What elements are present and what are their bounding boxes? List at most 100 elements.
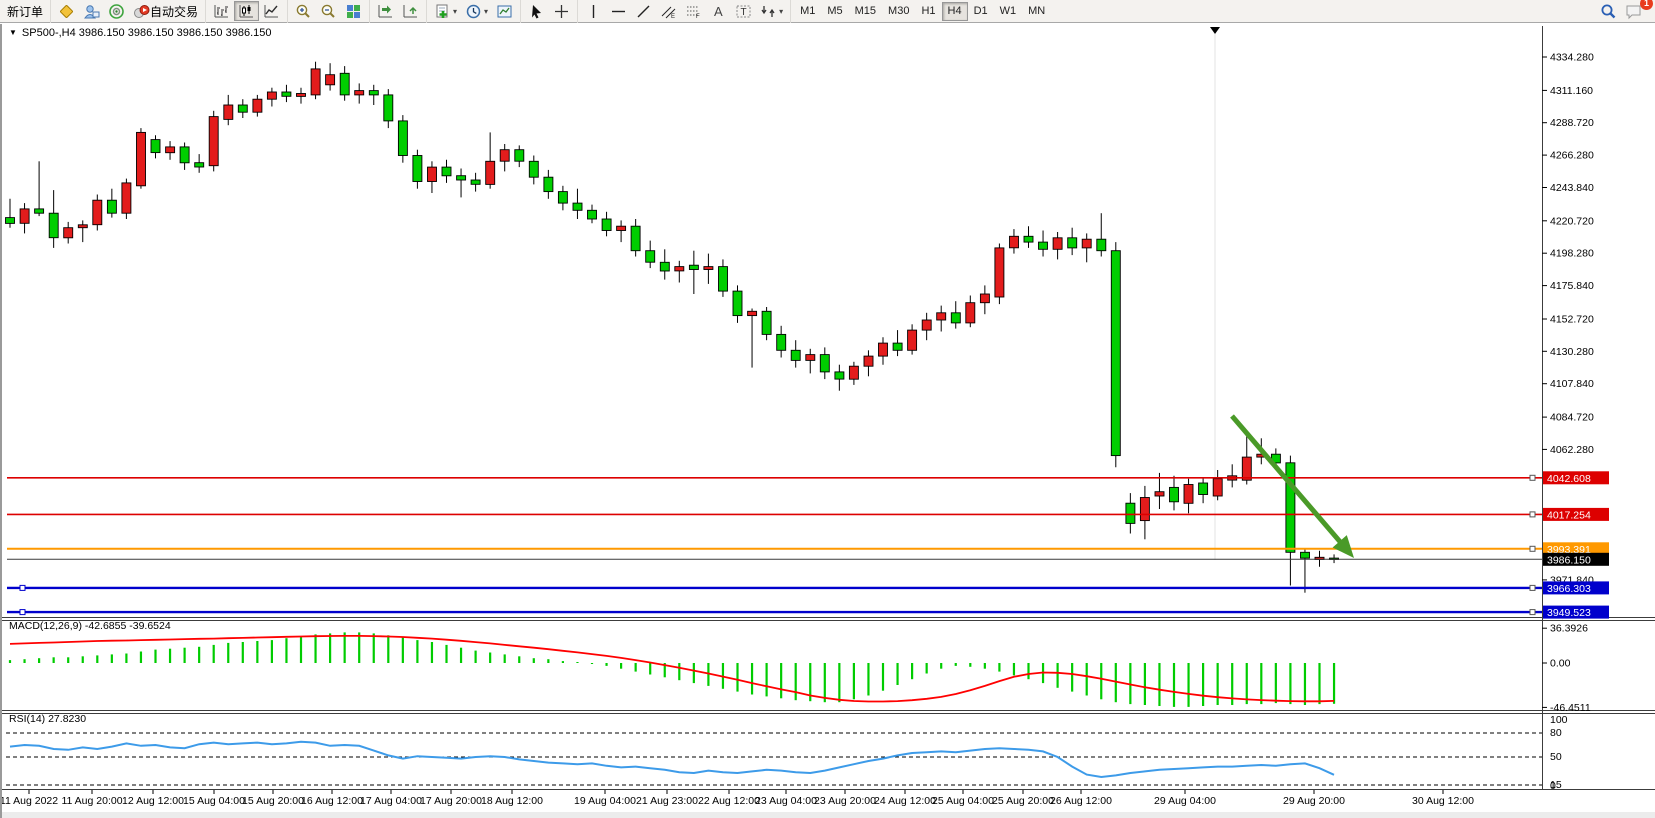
svg-text:E: E <box>671 14 675 20</box>
svg-text:4062.280: 4062.280 <box>1550 444 1594 456</box>
trendline-button[interactable] <box>631 1 656 21</box>
timeframe-mn[interactable]: MN <box>1022 2 1051 21</box>
timeframe-m30[interactable]: M30 <box>882 2 915 21</box>
notification-badge: 1 <box>1640 0 1653 10</box>
svg-text:4042.608: 4042.608 <box>1547 473 1591 485</box>
rsi-indicator-label: RSI(14) 27.8230 <box>9 713 86 725</box>
svg-text:15 Aug 04:00: 15 Aug 04:00 <box>183 795 245 807</box>
svg-text:4220.720: 4220.720 <box>1550 215 1594 227</box>
chart-canvas[interactable]: 4334.2804311.1604288.7204266.2804243.840… <box>2 24 1655 818</box>
cursor-button[interactable] <box>524 1 549 21</box>
svg-text:100: 100 <box>1550 714 1568 726</box>
toolbar: 新订单 自动交易 <box>0 0 1655 23</box>
svg-text:A: A <box>714 4 723 19</box>
svg-text:F: F <box>696 14 700 20</box>
svg-text:4198.280: 4198.280 <box>1550 248 1594 260</box>
notifications-button[interactable]: 1 <box>1621 1 1647 21</box>
chart-title-text: SP500-,H4 3986.150 3986.150 3986.150 398… <box>22 27 272 39</box>
timeframe-w1[interactable]: W1 <box>994 2 1023 21</box>
dropdown-caret-icon: ▾ <box>484 7 488 16</box>
gold-seal-icon[interactable] <box>54 1 79 21</box>
svg-text:15 Aug 20:00: 15 Aug 20:00 <box>242 795 304 807</box>
svg-text:4130.280: 4130.280 <box>1550 346 1594 358</box>
auto-trading-label: 自动交易 <box>150 3 198 20</box>
svg-text:36.3926: 36.3926 <box>1550 623 1588 635</box>
svg-text:24 Aug 12:00: 24 Aug 12:00 <box>874 795 936 807</box>
shapes-button[interactable]: ▾ <box>756 1 787 21</box>
add-indicator-button[interactable]: ▾ <box>430 1 461 21</box>
svg-text:19 Aug 04:00: 19 Aug 04:00 <box>574 795 636 807</box>
svg-text:29 Aug 20:00: 29 Aug 20:00 <box>1283 795 1345 807</box>
timeframe-h1[interactable]: H1 <box>915 2 941 21</box>
svg-text:4311.160: 4311.160 <box>1550 85 1593 97</box>
auto-scroll-button[interactable] <box>373 1 398 21</box>
new-order-label: 新订单 <box>7 3 43 20</box>
svg-text:4084.720: 4084.720 <box>1550 412 1594 424</box>
timeframe-d1[interactable]: D1 <box>968 2 994 21</box>
svg-text:4152.720: 4152.720 <box>1550 314 1594 326</box>
svg-text:80: 80 <box>1550 727 1562 739</box>
crosshair-button[interactable] <box>549 1 574 21</box>
svg-text:3949.523: 3949.523 <box>1547 607 1591 619</box>
svg-text:26 Aug 12:00: 26 Aug 12:00 <box>1050 795 1112 807</box>
text-button[interactable]: A <box>706 1 731 21</box>
timeframe-m5[interactable]: M5 <box>821 2 848 21</box>
tile-windows-button[interactable] <box>341 1 366 21</box>
timeframe-h4[interactable]: H4 <box>942 2 968 21</box>
svg-text:21 Aug 23:00: 21 Aug 23:00 <box>636 795 698 807</box>
fibonacci-button[interactable]: F <box>681 1 706 21</box>
svg-text:16 Aug 12:00: 16 Aug 12:00 <box>301 795 363 807</box>
trading-terminal: 新订单 自动交易 <box>0 0 1655 818</box>
vertical-line-button[interactable] <box>581 1 606 21</box>
svg-text:0.00: 0.00 <box>1550 658 1571 670</box>
svg-text:50: 50 <box>1550 751 1562 763</box>
svg-text:0: 0 <box>1550 780 1556 792</box>
line-chart-button[interactable] <box>259 1 284 21</box>
search-icon <box>1600 3 1617 20</box>
trade-account-icon[interactable] <box>79 1 104 21</box>
channel-button[interactable]: E <box>656 1 681 21</box>
signals-icon[interactable] <box>104 1 129 21</box>
new-order-button[interactable]: 新订单 <box>3 1 47 21</box>
svg-text:30 Aug 12:00: 30 Aug 12:00 <box>1412 795 1474 807</box>
svg-text:-46.4511: -46.4511 <box>1550 702 1591 714</box>
macd-indicator-label: MACD(12,26,9) -42.6855 -39.6524 <box>9 620 171 632</box>
svg-text:3986.150: 3986.150 <box>1547 554 1591 566</box>
chart-window: 4334.2804311.1604288.7204266.2804243.840… <box>0 24 1655 818</box>
zoom-out-button[interactable] <box>316 1 341 21</box>
svg-text:17 Aug 20:00: 17 Aug 20:00 <box>420 795 482 807</box>
bar-chart-button[interactable] <box>209 1 234 21</box>
timeframe-m15[interactable]: M15 <box>849 2 882 21</box>
chart-menu-arrow-icon[interactable]: ▼ <box>9 28 17 37</box>
svg-text:17 Aug 04:00: 17 Aug 04:00 <box>360 795 422 807</box>
template-button[interactable] <box>492 1 517 21</box>
svg-text:29 Aug 04:00: 29 Aug 04:00 <box>1154 795 1216 807</box>
svg-text:23 Aug 20:00: 23 Aug 20:00 <box>814 795 876 807</box>
svg-text:4107.840: 4107.840 <box>1550 378 1594 390</box>
svg-text:22 Aug 12:00: 22 Aug 12:00 <box>698 795 760 807</box>
svg-text:18 Aug 12:00: 18 Aug 12:00 <box>481 795 543 807</box>
chart-shift-button[interactable] <box>398 1 423 21</box>
periods-button[interactable]: ▾ <box>461 1 492 21</box>
candlestick-chart-button[interactable] <box>234 1 259 21</box>
timeframe-switcher: M1M5M15M30H1H4D1W1MN <box>791 0 1054 23</box>
autotrading-button[interactable]: 自动交易 <box>129 1 202 21</box>
svg-text:25 Aug 04:00: 25 Aug 04:00 <box>932 795 994 807</box>
svg-text:4243.840: 4243.840 <box>1550 182 1594 194</box>
dropdown-caret-icon: ▾ <box>453 7 457 16</box>
svg-text:4266.280: 4266.280 <box>1550 150 1594 162</box>
zoom-in-button[interactable] <box>291 1 316 21</box>
svg-text:4017.254: 4017.254 <box>1547 509 1591 521</box>
svg-text:4288.720: 4288.720 <box>1550 117 1594 129</box>
search-button[interactable] <box>1596 1 1621 21</box>
chart-title: ▼ SP500-,H4 3986.150 3986.150 3986.150 39… <box>9 27 271 39</box>
autotrading-icon <box>133 3 150 20</box>
svg-text:12 Aug 12:00: 12 Aug 12:00 <box>122 795 184 807</box>
svg-text:11 Aug 2022: 11 Aug 2022 <box>2 795 58 807</box>
svg-text:11 Aug 20:00: 11 Aug 20:00 <box>61 795 122 807</box>
horizontal-line-button[interactable] <box>606 1 631 21</box>
svg-text:3966.303: 3966.303 <box>1547 583 1591 595</box>
svg-text:4175.840: 4175.840 <box>1550 280 1594 292</box>
text-label-button[interactable]: T <box>731 1 756 21</box>
timeframe-m1[interactable]: M1 <box>794 2 821 21</box>
